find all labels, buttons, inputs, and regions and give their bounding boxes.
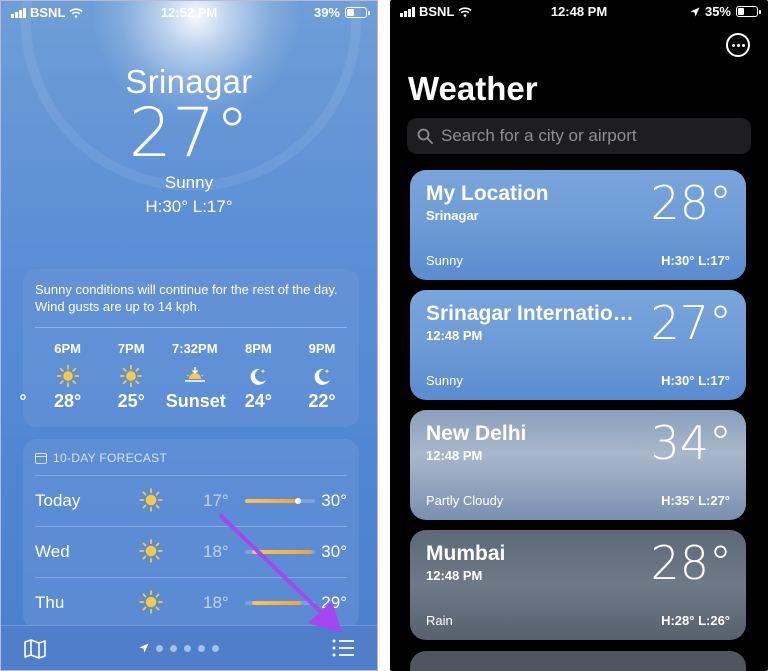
forecast-header-label: 10-DAY FORECAST	[53, 451, 168, 465]
current-weather: Srinagar 27° Sunny H:30° L:17°	[1, 63, 377, 217]
location-name: Mumbai	[426, 542, 506, 565]
hourly-item: 8PM 24°	[229, 341, 287, 412]
hourly-item: 7:32PM Sunset	[165, 341, 226, 412]
moon-stars-icon	[229, 361, 287, 391]
right-weather-list-screen: BSNL 12:48 PM 35% Weather Search for a c…	[390, 0, 768, 671]
location-condition: Rain	[426, 613, 453, 628]
page-dot	[198, 644, 205, 652]
hour-temp: °	[19, 391, 27, 411]
hour-temp: 25°	[117, 391, 145, 411]
battery-percent: 35%	[704, 4, 731, 19]
forecast-summary: Sunny conditions will continue for the r…	[35, 282, 338, 314]
location-temp: 28°	[650, 536, 732, 590]
calendar-icon	[35, 452, 47, 464]
sun-icon	[139, 539, 163, 568]
hourly-forecast-card[interactable]: Sunny conditions will continue for the r…	[19, 269, 359, 427]
forecast-day: Today	[35, 491, 81, 510]
sun-icon	[39, 361, 97, 391]
hour-label: 6PM	[54, 341, 81, 356]
location-sub: 12:48 PM	[426, 568, 483, 583]
list-icon[interactable]	[331, 638, 355, 658]
sun-icon	[102, 361, 160, 391]
status-bar: BSNL 12:48 PM 35%	[390, 0, 768, 24]
hourly-item: 7PM 25°	[102, 341, 160, 412]
hourly-item: 9PM 22°	[293, 341, 351, 412]
forecast-high: 30°	[321, 491, 347, 510]
search-icon	[417, 128, 433, 144]
forecast-day: Thu	[35, 593, 65, 612]
location-high-low: H:28° L:26°	[661, 613, 730, 628]
annotation-arrow	[219, 514, 342, 633]
location-condition: Sunny	[426, 373, 463, 388]
battery-icon	[345, 7, 370, 18]
sun-icon	[139, 590, 163, 619]
location-arrow-icon	[690, 7, 700, 16]
location-name: New Delhi	[426, 422, 527, 445]
location-condition: Sunny	[426, 253, 463, 268]
battery-status: 39%	[313, 5, 370, 20]
page-dot	[170, 644, 177, 652]
location-card[interactable]: New Delhi 12:48 PM 34° Partly Cloudy H:3…	[410, 410, 746, 520]
battery-status: 35%	[690, 4, 761, 19]
page-dot	[212, 644, 219, 652]
location-temp: 27°	[650, 296, 732, 350]
hourly-item: °	[13, 341, 33, 412]
hour-temp: 28°	[53, 391, 82, 411]
hour-temp: Sunset	[165, 391, 226, 411]
location-card[interactable]: Srinagar International Airport 12:48 PM …	[410, 290, 746, 400]
hour-label: 9PM	[308, 341, 336, 356]
location-sub: Srinagar	[426, 208, 479, 223]
location-condition: Partly Cloudy	[426, 493, 504, 508]
hour-label	[13, 341, 33, 359]
next-location-card[interactable]	[410, 651, 746, 671]
search-placeholder: Search for a city or airport	[441, 126, 637, 145]
forecast-day: Wed	[35, 542, 70, 561]
location-temp: 34°	[650, 416, 732, 470]
temp-range-bar	[245, 498, 315, 504]
location-high-low: H:35° L:27°	[661, 493, 730, 508]
hour-label: 7PM	[117, 341, 145, 356]
location-high-low: H:30° L:17°	[661, 253, 730, 268]
sun-icon	[139, 488, 163, 517]
sunset-icon	[166, 361, 224, 391]
hourly-list[interactable]: ° 6PM 28° 7PM 25° 7:32PM Sunset 8PM 24° 9PM 2…	[13, 341, 359, 412]
left-weather-detail-screen: BSNL 12:52 PM 39% Srinagar 27° Sunny H:3…	[0, 0, 378, 671]
location-card[interactable]: Mumbai 12:48 PM 28° Rain H:28° L:26°	[410, 530, 746, 640]
search-field[interactable]: Search for a city or airport	[407, 118, 751, 154]
location-arrow-icon	[139, 643, 149, 653]
hour-label: 7:32PM	[172, 341, 218, 356]
forecast-low: 17°	[203, 491, 229, 510]
location-sub: 12:48 PM	[426, 328, 483, 343]
hour-label: 8PM	[245, 341, 272, 356]
forecast-header: 10-DAY FORECAST	[23, 439, 359, 465]
location-card[interactable]: My Location Srinagar 28° Sunny H:30° L:1…	[410, 170, 746, 280]
location-name: Srinagar International Airport	[426, 302, 641, 325]
location-sub: 12:48 PM	[426, 448, 483, 463]
hour-temp: 22°	[308, 391, 336, 411]
current-temp-dot	[295, 498, 302, 504]
page-indicator[interactable]	[139, 643, 219, 653]
current-temperature: 27°	[128, 94, 250, 173]
location-name: My Location	[426, 182, 549, 205]
battery-percent: 39%	[313, 5, 340, 20]
location-temp: 28°	[650, 176, 732, 230]
location-high-low: H:30° L:17°	[661, 373, 730, 388]
page-title: Weather	[408, 70, 538, 107]
page-dot	[156, 644, 163, 652]
current-condition: Sunny	[164, 173, 214, 192]
more-options-button[interactable]	[726, 33, 750, 57]
hour-temp: 24°	[244, 391, 272, 411]
moon-stars-icon	[293, 361, 351, 391]
divider	[35, 327, 347, 328]
status-bar: BSNL 12:52 PM 39%	[1, 1, 377, 25]
hourly-item: 6PM 28°	[39, 341, 97, 412]
map-icon[interactable]	[23, 638, 47, 660]
high-low: H:30° L:17°	[145, 197, 233, 216]
page-dot	[184, 644, 191, 652]
battery-icon	[736, 6, 761, 17]
